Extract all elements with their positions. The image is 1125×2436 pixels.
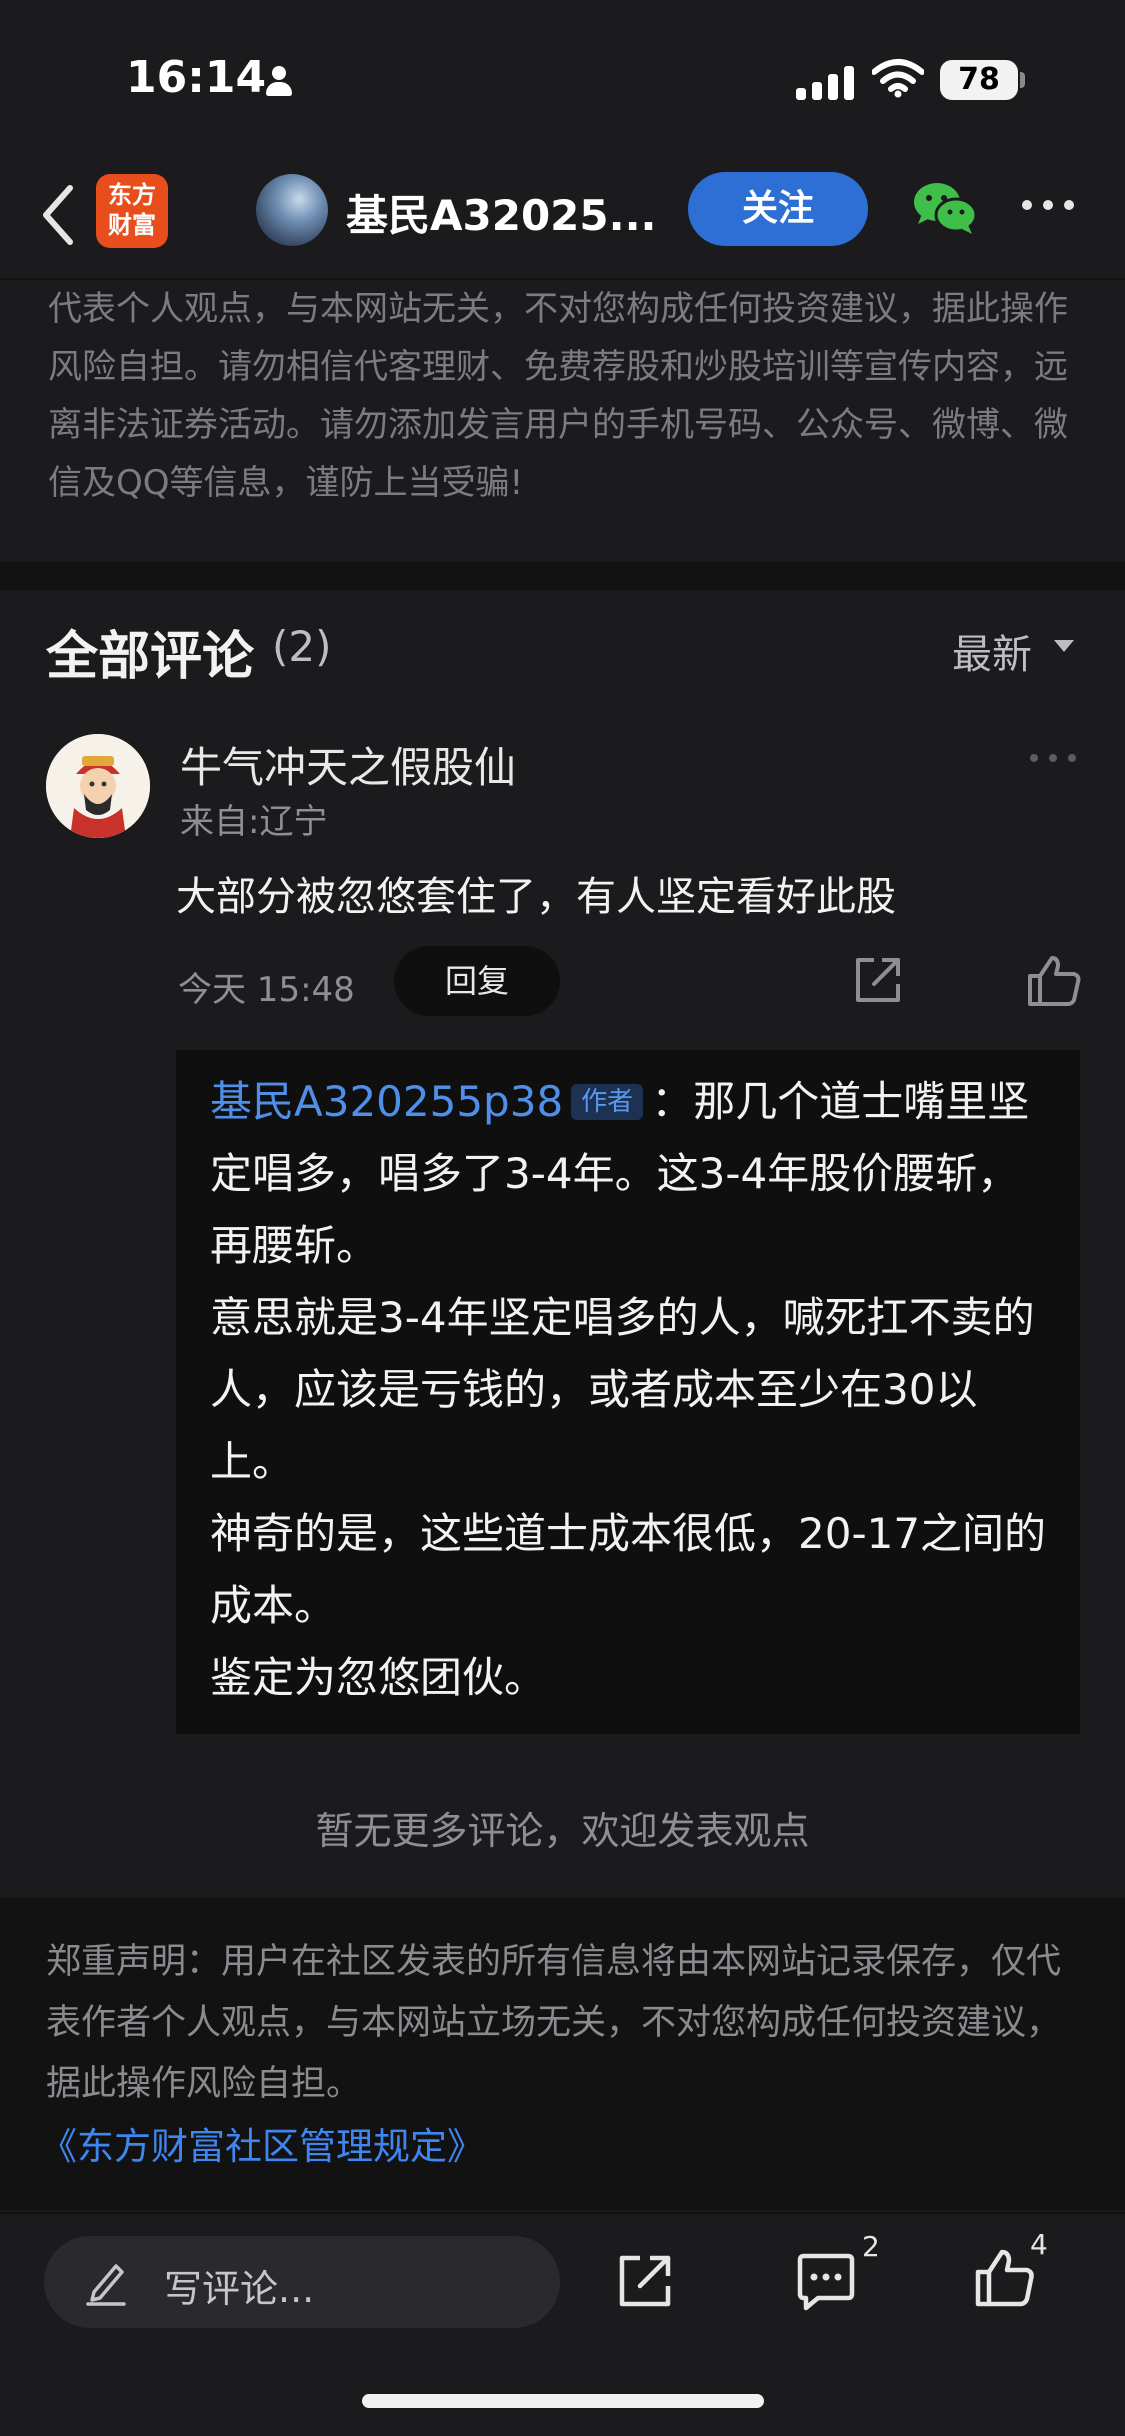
reply-button[interactable]: 回复 (394, 946, 560, 1016)
comments-title: 全部评论 (46, 627, 255, 687)
caret-down-icon[interactable] (1054, 640, 1074, 652)
thumbs-up-icon[interactable] (1026, 954, 1082, 1008)
wechat-icon[interactable] (912, 180, 978, 236)
like-post-icon[interactable] (974, 2248, 1036, 2308)
home-indicator[interactable] (362, 2394, 764, 2408)
commenter-avatar[interactable] (46, 734, 150, 838)
author-avatar[interactable] (256, 174, 328, 246)
share-post-icon[interactable] (616, 2252, 674, 2310)
back-arrow-icon[interactable] (36, 180, 86, 250)
comment-input[interactable]: 写评论... (44, 2236, 560, 2328)
battery-tip (1020, 72, 1025, 88)
commenter-name[interactable]: 牛气冲天之假股仙 (180, 734, 516, 795)
share-icon[interactable] (852, 954, 904, 1006)
comment-count-badge: 2 (862, 2230, 880, 2263)
comment-bubble-icon[interactable] (794, 2252, 858, 2312)
quote-colon: ： (651, 1077, 694, 1126)
nav-bar: 东方 财富 基民A32025... 关注 (0, 150, 1125, 280)
battery-level: 78 (958, 62, 1000, 97)
author-name[interactable]: 基民A32025... (346, 182, 657, 243)
pencil-icon (86, 2264, 126, 2306)
commenter-location: 来自:辽宁 (180, 802, 328, 842)
eastmoney-logo[interactable]: 东方 财富 (96, 174, 168, 248)
like-count-badge: 4 (1030, 2228, 1048, 2261)
quoted-text: 那几个道士嘴里坚定唱多，唱多了3-4年。这3-4年股价腰斩，再腰斩。 意思就是3… (210, 1077, 1047, 1702)
comments-count: (2) (272, 622, 332, 671)
sort-dropdown[interactable]: 最新 (952, 622, 1032, 680)
battery-icon: 78 (940, 60, 1018, 100)
quoted-post[interactable]: 基民A320255p38 作者 ：那几个道士嘴里坚定唱多，唱多了3-4年。这3-4年… (176, 1050, 1080, 1734)
wifi-icon (872, 59, 924, 98)
quoted-post-body: 基民A320255p38 作者 ：那几个道士嘴里坚定唱多，唱多了3-4年。这3-4年… (210, 1066, 1060, 1714)
status-time: 16:14 (126, 52, 267, 103)
cellular-signal-icon (796, 64, 854, 100)
follow-button[interactable]: 关注 (688, 172, 868, 246)
post-page: 16:14 78 东方 财富 基民A32025... 关注 代表个人观点，与本网… (0, 0, 1125, 2436)
comment-input-placeholder: 写评论... (164, 2267, 315, 2311)
quoted-author[interactable]: 基民A320255p38 (210, 1077, 563, 1126)
comment-more-icon[interactable] (1030, 754, 1076, 764)
status-bar: 16:14 78 (0, 0, 1125, 150)
community-rules-link[interactable]: 《东方财富社区管理规定》 (40, 2116, 484, 2170)
comment-time: 今天 15:48 (178, 970, 355, 1010)
risk-disclaimer: 代表个人观点，与本网站无关，不对您构成任何投资建议，据此操作风险自担。请勿相信代… (48, 289, 1068, 503)
comment-text: 大部分被忽悠套住了，有人坚定看好此股 (176, 874, 896, 920)
section-divider (0, 562, 1125, 590)
footer-disclaimer: 郑重声明：用户在社区发表的所有信息将由本网站记录保存，仅代表作者个人观点，与本网… (46, 1942, 1062, 2104)
no-more-comments: 暂无更多评论，欢迎发表观点 (315, 1809, 810, 1853)
caishen-avatar-icon (46, 734, 150, 838)
more-options-icon[interactable] (1022, 200, 1074, 214)
author-badge: 作者 (571, 1084, 644, 1120)
person-icon (266, 66, 292, 96)
